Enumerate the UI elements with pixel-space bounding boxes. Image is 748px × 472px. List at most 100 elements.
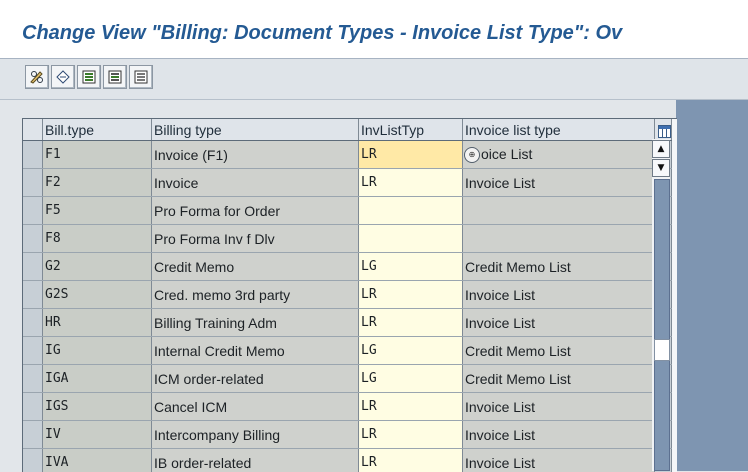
cell-billing-type: Cancel ICM [152, 393, 359, 421]
cell-billing-type: ICM order-related [152, 365, 359, 393]
cell-bill-type: G2 [43, 253, 152, 281]
cell-invlisttyp-input[interactable]: LG [359, 337, 463, 365]
cell-billing-type: Invoice [152, 169, 359, 197]
cell-invoice-list-type [463, 225, 655, 253]
cell-invlisttyp-input[interactable]: LR [359, 421, 463, 449]
table-row: IGAICM order-relatedLGCredit Memo List [23, 365, 672, 393]
table-row: IVIntercompany BillingLRInvoice List [23, 421, 672, 449]
cell-invlisttyp-input[interactable]: LR [359, 309, 463, 337]
cell-bill-type: F8 [43, 225, 152, 253]
cell-bill-type: F5 [43, 197, 152, 225]
cell-billing-type: Billing Training Adm [152, 309, 359, 337]
deselect-all-button[interactable] [129, 65, 153, 89]
cell-billing-type: Cred. memo 3rd party [152, 281, 359, 309]
column-header-invlisttyp[interactable]: InvListTyp [359, 119, 463, 141]
table-row: F2InvoiceLRInvoice List [23, 169, 672, 197]
deselect-all-icon [133, 69, 149, 85]
application-toolbar [0, 59, 748, 100]
table-settings-button[interactable] [655, 119, 672, 141]
cell-bill-type: IG [43, 337, 152, 365]
cell-bill-type: G2S [43, 281, 152, 309]
cell-bill-type: IGA [43, 365, 152, 393]
cell-invlisttyp-input[interactable] [359, 197, 463, 225]
vertical-scrollbar[interactable]: ▲ ▼ [652, 139, 670, 471]
cell-invlisttyp-input[interactable]: LR [359, 169, 463, 197]
cell-invoice-list-type [463, 197, 655, 225]
row-select-button[interactable] [23, 309, 43, 337]
display-change-button[interactable] [25, 65, 49, 89]
table-row: F8Pro Forma Inv f Dlv [23, 225, 672, 253]
column-header-billing-type[interactable]: Billing type [152, 119, 359, 141]
row-select-button[interactable] [23, 169, 43, 197]
table-header-row: Bill.type Billing type InvListTyp Invoic… [23, 119, 672, 141]
scroll-track[interactable] [654, 179, 670, 471]
table-row: F5Pro Forma for Order [23, 197, 672, 225]
scroll-thumb[interactable] [654, 339, 670, 361]
cell-invlisttyp-input[interactable]: LR [359, 281, 463, 309]
scroll-up-button[interactable]: ▲ [652, 140, 670, 158]
cell-billing-type: Credit Memo [152, 253, 359, 281]
row-select-button[interactable] [23, 365, 43, 393]
row-select-button[interactable] [23, 421, 43, 449]
cell-billing-type: Intercompany Billing [152, 421, 359, 449]
cell-invoice-list-type: Invoice List [463, 281, 655, 309]
other-entry-button[interactable] [51, 65, 75, 89]
table-settings-icon [658, 125, 671, 138]
cell-bill-type: IV [43, 421, 152, 449]
cell-invoice-list-type: Invoice List [463, 169, 655, 197]
cell-invoice-list-type: Credit Memo List [463, 337, 655, 365]
scroll-down-icon: ▼ [658, 163, 665, 173]
background-panel [676, 100, 748, 471]
cell-invoice-list-type: Invoice List [463, 393, 655, 421]
page-title: Change View "Billing: Document Types - I… [22, 22, 622, 45]
cell-bill-type: HR [43, 309, 152, 337]
table-row: IVAIB order-relatedLRInvoice List [23, 449, 672, 472]
cursor-hand-icon: ⊕ [464, 147, 480, 163]
column-header-invoice-list-type[interactable]: Invoice list type [463, 119, 655, 141]
cell-bill-type: IVA [43, 449, 152, 472]
cell-invoice-list-type: Invoice List [463, 449, 655, 472]
row-select-button[interactable] [23, 281, 43, 309]
cell-invoice-list-type-text: oice List [481, 146, 532, 162]
cell-bill-type: IGS [43, 393, 152, 421]
row-select-button[interactable] [23, 225, 43, 253]
cell-invlisttyp-input[interactable]: LR [359, 393, 463, 421]
cell-invlisttyp-input[interactable]: LR [359, 141, 463, 169]
select-all-column-button[interactable] [23, 119, 43, 141]
cell-invoice-list-type: Invoice List [463, 421, 655, 449]
table-row: F1Invoice (F1)LR⊕oice List [23, 141, 672, 169]
cell-invlisttyp-input[interactable]: LR [359, 449, 463, 472]
cell-invlisttyp-input[interactable]: LG [359, 253, 463, 281]
cell-invoice-list-type: ⊕oice List [463, 141, 655, 169]
swap-icon [55, 69, 71, 85]
table-row: HRBilling Training AdmLRInvoice List [23, 309, 672, 337]
select-block-icon [107, 69, 123, 85]
row-select-button[interactable] [23, 393, 43, 421]
scroll-up-icon: ▲ [658, 144, 665, 154]
cell-invlisttyp-input[interactable] [359, 225, 463, 253]
cell-bill-type: F1 [43, 141, 152, 169]
scroll-down-button[interactable]: ▼ [652, 159, 670, 177]
row-select-button[interactable] [23, 337, 43, 365]
select-all-icon [81, 69, 97, 85]
row-select-button[interactable] [23, 141, 43, 169]
cell-invoice-list-type: Credit Memo List [463, 253, 655, 281]
pencil-glasses-icon [29, 69, 45, 85]
cell-billing-type: Invoice (F1) [152, 141, 359, 169]
table-control: Bill.type Billing type InvListTyp Invoic… [22, 118, 677, 472]
row-select-button[interactable] [23, 197, 43, 225]
cell-bill-type: F2 [43, 169, 152, 197]
title-bar: Change View "Billing: Document Types - I… [0, 0, 748, 59]
table-row: G2Credit MemoLGCredit Memo List [23, 253, 672, 281]
cell-invoice-list-type: Invoice List [463, 309, 655, 337]
row-select-button[interactable] [23, 253, 43, 281]
select-block-button[interactable] [103, 65, 127, 89]
cell-billing-type: Pro Forma Inv f Dlv [152, 225, 359, 253]
column-header-bill-type[interactable]: Bill.type [43, 119, 152, 141]
cell-invlisttyp-input[interactable]: LG [359, 365, 463, 393]
row-select-button[interactable] [23, 449, 43, 472]
table-row: IGSCancel ICMLRInvoice List [23, 393, 672, 421]
table-row: G2SCred. memo 3rd partyLRInvoice List [23, 281, 672, 309]
select-all-button[interactable] [77, 65, 101, 89]
table-row: IGInternal Credit MemoLGCredit Memo List [23, 337, 672, 365]
